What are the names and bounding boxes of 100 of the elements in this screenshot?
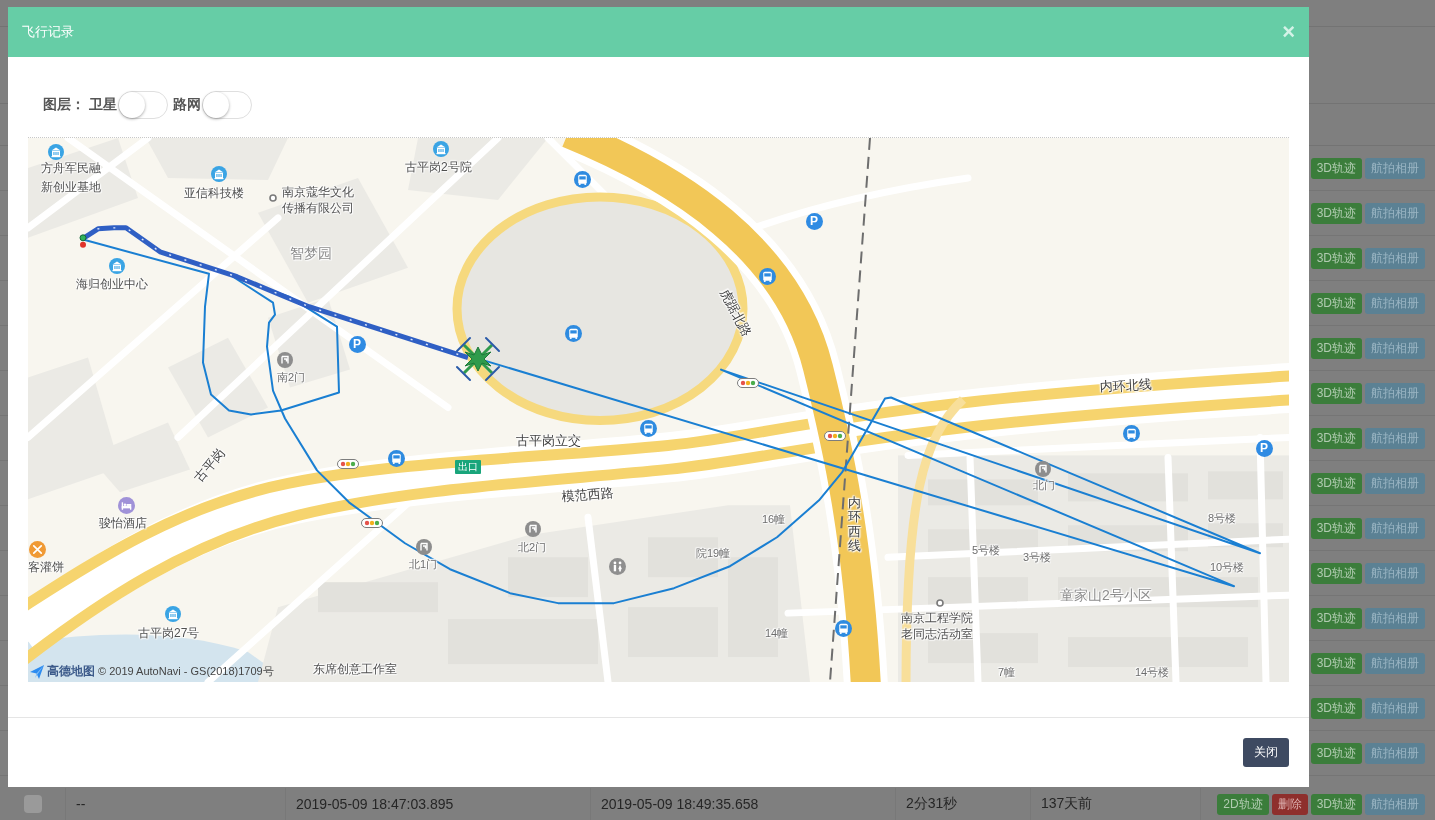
road-label: 内环西线 bbox=[848, 496, 861, 554]
track-button[interactable]: 3D轨迹 bbox=[1310, 517, 1362, 539]
track-button[interactable]: 3D轨迹 bbox=[1310, 742, 1362, 764]
bus-stop-icon bbox=[834, 619, 852, 637]
fork-knife-icon bbox=[28, 540, 46, 558]
album-button[interactable]: 航拍相册 bbox=[1365, 202, 1425, 224]
album-button[interactable]: 航拍相册 bbox=[1365, 292, 1425, 314]
row-checkbox[interactable] bbox=[23, 794, 42, 813]
traffic-light-icon bbox=[824, 431, 846, 441]
track-button[interactable]: 3D轨迹 bbox=[1310, 247, 1362, 269]
delete-button[interactable]: 删除 bbox=[1271, 793, 1308, 815]
track-button[interactable]: 3D轨迹 bbox=[1310, 607, 1362, 629]
track-button[interactable]: 3D轨迹 bbox=[1310, 793, 1362, 815]
place-label: 南京工程学院老同志活动室 bbox=[901, 610, 973, 643]
location-dot-icon bbox=[936, 599, 944, 607]
place-label: 14幢 bbox=[765, 627, 789, 640]
location-dot-icon bbox=[269, 194, 277, 202]
bed-icon bbox=[117, 496, 135, 514]
road-label: 内环北线 bbox=[1099, 376, 1153, 395]
album-button[interactable]: 航拍相册 bbox=[1365, 427, 1425, 449]
place-label: 古平岗27号 bbox=[138, 626, 200, 640]
traffic-light-icon bbox=[361, 518, 383, 528]
road-label: 古平岗 bbox=[191, 445, 228, 486]
place-label: 7幢 bbox=[998, 666, 1016, 679]
place-label: 客灌饼 bbox=[28, 560, 64, 574]
bus-stop-icon bbox=[639, 419, 657, 437]
place-label: 8号楼 bbox=[1208, 512, 1237, 525]
track-button[interactable]: 3D轨迹 bbox=[1310, 337, 1362, 359]
building-icon bbox=[433, 141, 449, 157]
table-cell: 2分31秒 bbox=[895, 788, 1030, 820]
album-button[interactable]: 航拍相册 bbox=[1365, 562, 1425, 584]
place-label: 14号楼 bbox=[1135, 666, 1170, 679]
track-button[interactable]: 3D轨迹 bbox=[1310, 697, 1362, 719]
toggle-label: 路网 bbox=[173, 96, 201, 114]
track-button[interactable]: 2D轨迹 bbox=[1217, 793, 1269, 815]
track-button[interactable]: 3D轨迹 bbox=[1310, 292, 1362, 314]
album-button[interactable]: 航拍相册 bbox=[1365, 697, 1425, 719]
album-button[interactable]: 航拍相册 bbox=[1365, 157, 1425, 179]
close-dialog-button[interactable]: 关闭 bbox=[1243, 738, 1289, 767]
road-label: 古平岗立交 bbox=[516, 433, 581, 448]
table-cell: 2019-05-09 18:49:35.658 bbox=[590, 788, 895, 820]
place-label: 北2门 bbox=[518, 541, 547, 554]
track-button[interactable]: 3D轨迹 bbox=[1310, 157, 1362, 179]
toggle-label: 卫星 bbox=[89, 96, 117, 114]
toggle-switch[interactable] bbox=[118, 91, 168, 119]
layers-label: 图层： bbox=[43, 96, 85, 114]
track-button[interactable]: 3D轨迹 bbox=[1310, 427, 1362, 449]
gate-icon bbox=[277, 352, 293, 368]
track-button[interactable]: 3D轨迹 bbox=[1310, 382, 1362, 404]
place-label: 古平岗2号院 bbox=[405, 160, 472, 174]
place-label: 南京蔻华文化传播有限公司 bbox=[282, 184, 354, 217]
road-label: 模范西路 bbox=[561, 484, 615, 505]
traffic-light-icon bbox=[737, 378, 759, 388]
toggle-switch[interactable] bbox=[202, 91, 252, 119]
track-button[interactable]: 3D轨迹 bbox=[1310, 202, 1362, 224]
dialog-title: 飞行记录 bbox=[22, 23, 74, 41]
bus-stop-icon bbox=[564, 324, 582, 342]
bus-stop-icon bbox=[1122, 424, 1140, 442]
album-button[interactable]: 航拍相册 bbox=[1365, 337, 1425, 359]
drone-icon bbox=[453, 334, 503, 384]
gate-icon bbox=[1035, 461, 1051, 477]
building-icon bbox=[48, 144, 64, 160]
attribution-text: © 2019 AutoNavi - GS(2018)1709号 bbox=[98, 664, 274, 679]
bus-stop-icon bbox=[573, 170, 591, 188]
area-label: 智梦园 bbox=[290, 245, 332, 261]
album-button[interactable]: 航拍相册 bbox=[1365, 247, 1425, 269]
place-label: 骏怡酒店 bbox=[99, 516, 147, 530]
table-cell: 2019-05-09 18:47:03.895 bbox=[285, 788, 590, 820]
track-button[interactable]: 3D轨迹 bbox=[1310, 652, 1362, 674]
table-cell: 137天前 bbox=[1030, 788, 1200, 820]
place-label: 院19幢 bbox=[696, 547, 731, 560]
logo-text: 高德地图 bbox=[47, 663, 95, 680]
exit-sign: 出口 bbox=[455, 460, 481, 474]
place-label: 16幢 bbox=[762, 513, 786, 526]
place-label: 5号楼 bbox=[972, 544, 1001, 557]
album-button[interactable]: 航拍相册 bbox=[1365, 517, 1425, 539]
album-button[interactable]: 航拍相册 bbox=[1365, 793, 1425, 815]
track-button[interactable]: 3D轨迹 bbox=[1310, 562, 1362, 584]
album-button[interactable]: 航拍相册 bbox=[1365, 607, 1425, 629]
close-button[interactable]: × bbox=[1282, 21, 1295, 43]
place-label: 方舟军民融 bbox=[41, 161, 101, 175]
building-icon bbox=[109, 258, 125, 274]
album-button[interactable]: 航拍相册 bbox=[1365, 652, 1425, 674]
place-label: 北1门 bbox=[409, 558, 438, 571]
bus-stop-icon bbox=[387, 449, 405, 467]
place-label: 10号楼 bbox=[1210, 561, 1245, 574]
album-button[interactable]: 航拍相册 bbox=[1365, 742, 1425, 764]
album-button[interactable]: 航拍相册 bbox=[1365, 382, 1425, 404]
table-cell: -- bbox=[65, 788, 285, 820]
album-button[interactable]: 航拍相册 bbox=[1365, 472, 1425, 494]
place-label: 北门 bbox=[1033, 479, 1055, 492]
building-icon bbox=[211, 166, 227, 182]
track-button[interactable]: 3D轨迹 bbox=[1310, 472, 1362, 494]
road-label: 虎踞北路 bbox=[717, 286, 755, 339]
toilet-icon bbox=[608, 557, 626, 575]
traffic-light-icon bbox=[337, 459, 359, 469]
building-icon bbox=[165, 606, 181, 622]
gate-icon bbox=[416, 539, 432, 555]
place-label: 南2门 bbox=[277, 371, 306, 384]
bus-stop-icon bbox=[758, 267, 776, 285]
